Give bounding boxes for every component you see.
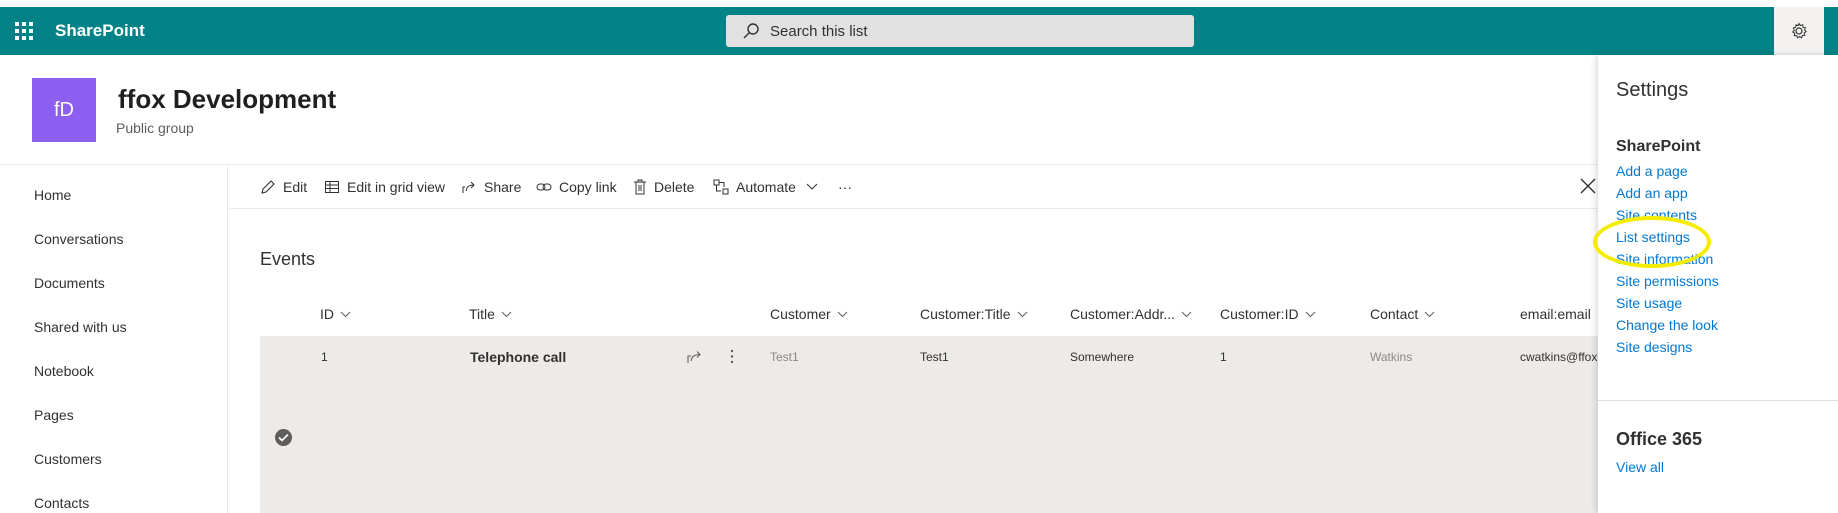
column-header-label: Customer:ID <box>1220 306 1299 322</box>
column-header-label: ID <box>320 306 334 322</box>
column-header-label: Customer:Addr... <box>1070 306 1176 322</box>
close-icon[interactable] <box>1578 176 1598 196</box>
office-365-section-heading: Office 365 <box>1616 429 1703 449</box>
site-usage-link[interactable]: Site usage <box>1616 295 1682 311</box>
search-placeholder: Search this list <box>770 22 868 40</box>
automate-button[interactable]: Automate <box>713 165 818 209</box>
site-contents-link[interactable]: Site contents <box>1616 207 1697 223</box>
column-header-label: Contact <box>1370 306 1419 322</box>
nav-item-shared-with-us[interactable]: Shared with us <box>34 319 127 335</box>
delete-label: Delete <box>654 179 695 195</box>
settings-panel: Settings SharePoint Add a page Add an ap… <box>1598 55 1838 513</box>
sharepoint-section-heading: SharePoint <box>1616 138 1701 155</box>
panel-divider <box>1598 400 1838 401</box>
suite-bar: SharePoint Search this list <box>0 7 1838 55</box>
list-settings-link[interactable]: List settings <box>1616 229 1690 245</box>
edit-button[interactable]: Edit <box>260 165 307 209</box>
view-all-link[interactable]: View all <box>1616 459 1664 475</box>
chevron-down-icon <box>837 311 848 317</box>
column-header-label: Customer:Title <box>920 306 1011 322</box>
chevron-down-icon <box>1305 311 1315 317</box>
column-header-label: Title <box>469 306 495 322</box>
add-an-app-link[interactable]: Add an app <box>1616 185 1688 201</box>
column-header-customer[interactable]: Customer <box>770 306 848 322</box>
nav-item-customers[interactable]: Customers <box>34 451 102 467</box>
search-box[interactable]: Search this list <box>726 15 1194 47</box>
waffle-icon <box>15 22 33 40</box>
cell-customer-id: 1 <box>1220 350 1227 364</box>
chevron-down-icon <box>806 183 818 190</box>
column-header-contact[interactable]: Contact <box>1370 306 1435 322</box>
copy-link-button[interactable]: Copy link <box>536 165 617 209</box>
edit-grid-label: Edit in grid view <box>347 179 446 195</box>
brand-name[interactable]: SharePoint <box>55 7 145 55</box>
delete-button[interactable]: Delete <box>633 165 694 209</box>
site-logo[interactable]: fD <box>32 78 96 142</box>
site-subtitle: Public group <box>116 120 194 136</box>
cell-customer-address: Somewhere <box>1070 350 1135 364</box>
grid-icon <box>325 181 339 193</box>
cell-email: cwatkins@ffox. <box>1520 350 1598 364</box>
checkmark-icon <box>278 433 289 442</box>
share-button[interactable]: Share <box>461 165 521 209</box>
settings-panel-title: Settings <box>1616 79 1689 101</box>
settings-button[interactable] <box>1774 7 1824 55</box>
site-designs-link[interactable]: Site designs <box>1616 339 1692 355</box>
edit-grid-button[interactable]: Edit in grid view <box>324 165 445 209</box>
nav-item-conversations[interactable]: Conversations <box>34 231 124 247</box>
list-title: Events <box>260 249 316 269</box>
command-bar: Edit Edit in grid view Share Copy link D… <box>229 165 1598 209</box>
nav-item-contacts[interactable]: Contacts <box>34 495 89 511</box>
top-strip <box>0 0 1838 7</box>
nav-item-documents[interactable]: Documents <box>34 275 105 291</box>
more-vertical-icon[interactable] <box>728 348 736 365</box>
chevron-down-icon <box>1424 311 1435 317</box>
chevron-down-icon <box>501 311 512 317</box>
column-header-customer-title[interactable]: Customer:Title <box>920 306 1028 322</box>
chevron-down-icon <box>1181 311 1192 317</box>
trash-icon <box>634 179 646 195</box>
nav-item-home[interactable]: Home <box>34 187 71 203</box>
nav-item-pages[interactable]: Pages <box>34 407 74 423</box>
cell-title[interactable]: Telephone call <box>470 349 566 365</box>
column-header-label: Customer <box>770 306 831 322</box>
cell-id: 1 <box>321 350 328 364</box>
link-icon <box>536 183 552 191</box>
copy-link-label: Copy link <box>559 179 617 195</box>
cell-customer[interactable]: Test1 <box>770 350 799 364</box>
column-header-customer-address[interactable]: Customer:Addr... <box>1070 306 1192 322</box>
site-permissions-link[interactable]: Site permissions <box>1616 273 1719 289</box>
automate-label: Automate <box>736 179 796 195</box>
search-icon <box>743 23 759 39</box>
row-select-checkbox[interactable] <box>275 429 292 446</box>
column-header-label: email:email <box>1520 306 1591 322</box>
left-navigation: Home Conversations Documents Shared with… <box>0 165 228 513</box>
chevron-down-icon <box>1017 311 1027 317</box>
nav-item-notebook[interactable]: Notebook <box>34 363 94 379</box>
cell-customer-title: Test1 <box>920 350 949 364</box>
site-title[interactable]: ffox Development <box>118 84 336 115</box>
automate-icon <box>713 179 729 195</box>
column-header-title[interactable]: Title <box>469 306 512 322</box>
more-button[interactable]: ··· <box>838 165 852 209</box>
column-header-email[interactable]: email:email <box>1520 306 1591 322</box>
change-the-look-link[interactable]: Change the look <box>1616 317 1718 333</box>
cell-contact[interactable]: Watkins <box>1370 350 1412 364</box>
column-header-customer-id[interactable]: Customer:ID <box>1220 306 1316 322</box>
share-icon <box>462 181 475 193</box>
edit-label: Edit <box>283 179 308 195</box>
share-label: Share <box>484 179 522 195</box>
column-header-id[interactable]: ID <box>320 306 351 322</box>
share-icon[interactable] <box>686 348 703 365</box>
add-a-page-link[interactable]: Add a page <box>1616 163 1688 179</box>
chevron-down-icon <box>340 311 351 317</box>
pencil-icon <box>261 180 275 194</box>
site-information-link[interactable]: Site information <box>1616 251 1713 267</box>
app-launcher-button[interactable] <box>0 7 48 55</box>
gear-icon <box>1791 22 1807 39</box>
